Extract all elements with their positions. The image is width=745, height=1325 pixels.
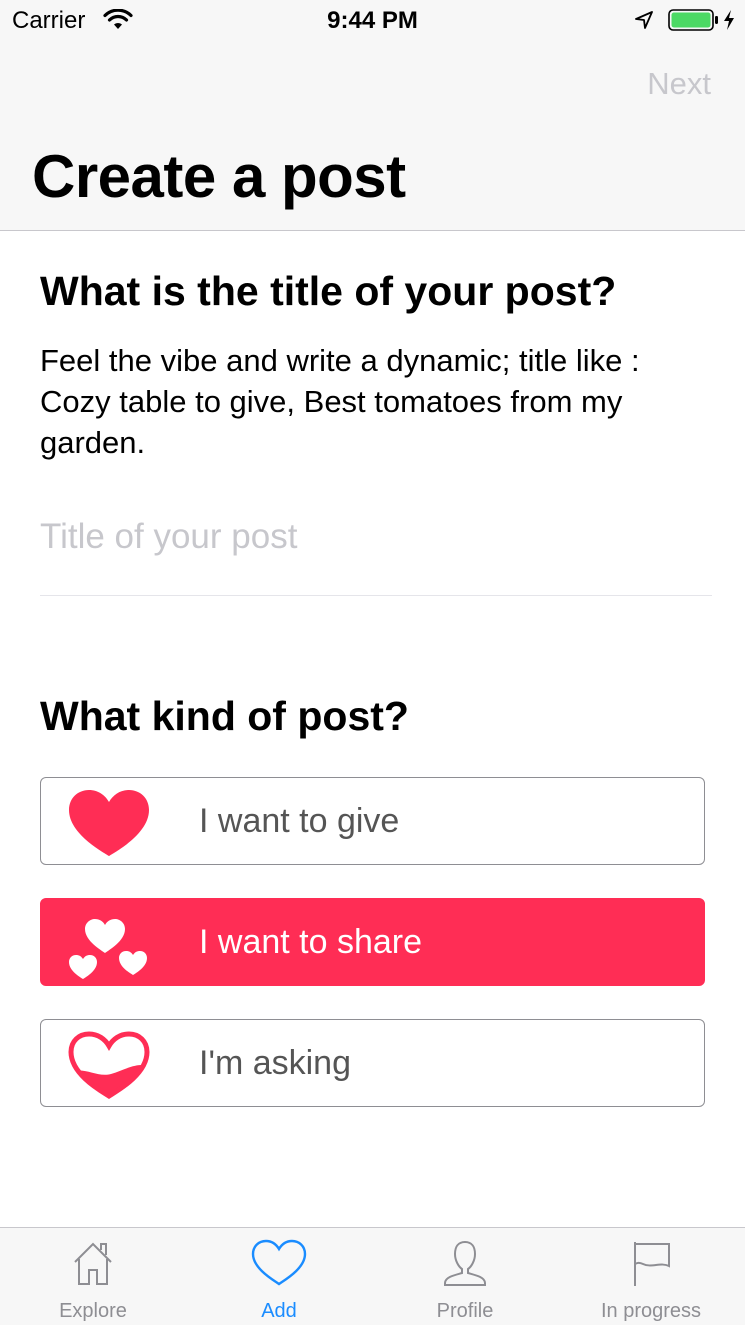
tab-profile-label: Profile: [436, 1300, 494, 1322]
heart-outline-icon: [251, 1239, 307, 1286]
location-icon: [635, 11, 653, 29]
tab-explore[interactable]: Explore: [0, 1228, 186, 1325]
tab-bar: Explore Add Profile In progress: [0, 1227, 745, 1325]
flag-icon: [634, 1242, 670, 1286]
person-icon: [444, 1240, 486, 1286]
heart-half-filled-icon: [68, 1031, 150, 1100]
option-ask[interactable]: I'm asking: [40, 1019, 705, 1107]
option-share[interactable]: I want to share: [40, 898, 705, 986]
next-button[interactable]: Next: [647, 66, 711, 102]
input-underline: [40, 595, 712, 596]
post-title-input[interactable]: [40, 506, 712, 568]
kind-section-heading: What kind of post?: [40, 693, 409, 739]
tab-profile[interactable]: Profile: [372, 1228, 558, 1325]
title-section-heading: What is the title of your post?: [40, 268, 617, 314]
navigation-header: Carrier 9:44 PM Next Create a post: [0, 0, 745, 231]
heart-icon: [69, 790, 149, 856]
option-give[interactable]: I want to give: [40, 777, 705, 865]
option-ask-label: I'm asking: [199, 1044, 351, 1082]
hearts-share-icon: [69, 919, 147, 979]
tab-in-progress[interactable]: In progress: [558, 1228, 744, 1325]
page-title: Create a post: [32, 143, 406, 210]
tab-explore-label: Explore: [59, 1300, 127, 1322]
tab-add-label: Add: [261, 1300, 297, 1322]
tab-add[interactable]: Add: [186, 1228, 372, 1325]
option-share-label: I want to share: [199, 923, 423, 961]
title-section-description: Feel the vibe and write a dynamic; title…: [40, 343, 640, 460]
tab-in-progress-label: In progress: [600, 1300, 702, 1322]
option-give-label: I want to give: [199, 802, 400, 840]
charging-icon: [724, 10, 734, 30]
battery-icon: [668, 9, 718, 31]
status-bar: Carrier 9:44 PM: [0, 0, 745, 40]
home-icon: [74, 1242, 112, 1285]
